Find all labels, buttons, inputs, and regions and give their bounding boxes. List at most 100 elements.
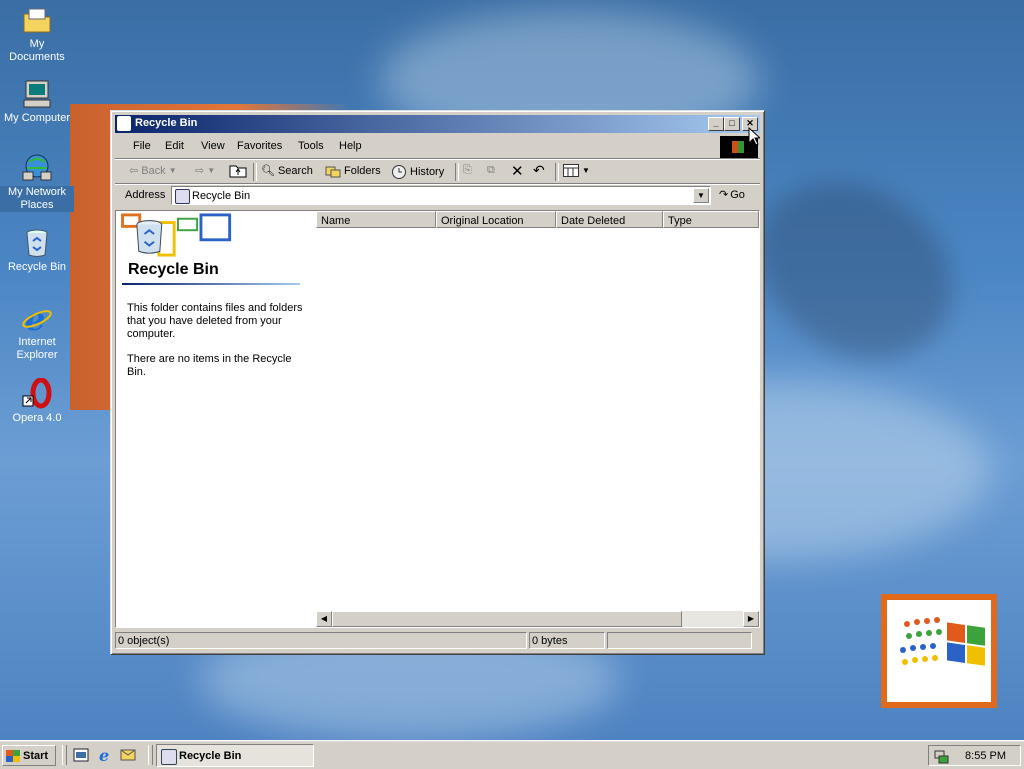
search-icon: 🔍︎ xyxy=(261,165,275,177)
go-arrow-icon: ↷ xyxy=(719,189,729,201)
address-dropdown-button[interactable]: ▼ xyxy=(693,188,709,203)
search-button[interactable]: 🔍︎ Search xyxy=(261,164,313,178)
scrollbar-thumb[interactable] xyxy=(332,611,682,627)
desktop-icon-label: My Documents xyxy=(9,38,65,63)
start-button[interactable]: Start xyxy=(2,745,56,766)
taskbar-button-recycle-bin[interactable]: Recycle Bin xyxy=(156,744,314,767)
windows-flag-icon xyxy=(6,749,20,762)
maximize-button[interactable]: □ xyxy=(724,117,740,131)
up-folder-button[interactable] xyxy=(229,162,247,178)
recycle-bin-icon xyxy=(175,189,190,204)
forward-button[interactable]: ⇨ ▼ xyxy=(195,164,215,177)
scroll-right-button[interactable]: ▶ xyxy=(743,611,759,627)
views-button[interactable]: ▼ xyxy=(563,164,590,177)
scroll-left-button[interactable]: ◀ xyxy=(316,611,332,627)
desktop-icon-label: My Computer xyxy=(3,112,71,124)
desktop-icon-opera[interactable]: Opera 4.0 xyxy=(0,377,74,425)
file-list-view[interactable]: Name Original Location Date Deleted Type… xyxy=(316,211,759,627)
system-tray: 8:55 PM xyxy=(928,745,1021,766)
taskbar-grip xyxy=(62,745,67,765)
status-zone xyxy=(607,632,752,649)
desktop-icon-label: Internet Explorer xyxy=(16,336,58,361)
status-objects: 0 object(s) xyxy=(115,632,527,649)
undo-button[interactable]: ↶ xyxy=(533,162,545,179)
recycle-bin-banner-icon xyxy=(121,213,232,257)
desktop-icon-network-places[interactable]: My Network Places xyxy=(0,152,74,212)
history-icon xyxy=(392,165,406,179)
toolbar-separator xyxy=(455,163,459,181)
folders-label: Folders xyxy=(344,165,381,177)
go-label: Go xyxy=(730,188,745,201)
menu-file[interactable]: File xyxy=(133,140,151,152)
opera-icon xyxy=(21,377,53,410)
folders-button[interactable]: Folders xyxy=(325,164,381,178)
column-header-type[interactable]: Type xyxy=(663,211,759,228)
menu-favorites[interactable]: Favorites xyxy=(237,140,282,152)
content-area: Recycle Bin This folder contains files a… xyxy=(115,210,760,628)
toolbar-separator xyxy=(555,163,559,181)
delete-button[interactable]: ✕ xyxy=(511,162,524,180)
back-arrow-icon: ⇦ xyxy=(129,165,139,177)
recycle-bin-icon xyxy=(21,227,53,259)
back-button[interactable]: ⇦ Back ▼ xyxy=(129,164,177,178)
folder-documents-icon xyxy=(21,4,53,36)
status-bar: 0 object(s) 0 bytes xyxy=(115,630,760,650)
copy-to-button[interactable]: ⧉ xyxy=(487,164,495,177)
minimize-button[interactable]: _ xyxy=(708,117,724,131)
svg-text:e: e xyxy=(99,747,109,763)
info-panel-title: Recycle Bin xyxy=(128,261,219,278)
toolbar-separator xyxy=(253,163,257,181)
arrow-left-icon: ◀ xyxy=(320,614,328,623)
address-bar: Address Recycle Bin ▼ ↷ Go xyxy=(115,183,760,208)
copy-to-icon: ⧉ xyxy=(487,164,495,176)
horizontal-scrollbar[interactable]: ◀ ▶ xyxy=(316,611,759,627)
column-header-original-location[interactable]: Original Location xyxy=(436,211,556,228)
desktop-icon-my-computer[interactable]: My Computer xyxy=(0,78,74,125)
menu-view[interactable]: View xyxy=(201,140,225,152)
show-desktop-icon[interactable] xyxy=(73,747,89,763)
search-label: Search xyxy=(277,164,313,177)
start-label: Start xyxy=(23,749,49,762)
views-grid-icon xyxy=(563,164,579,177)
recycle-bin-icon xyxy=(161,749,177,765)
menu-edit[interactable]: Edit xyxy=(165,140,184,152)
desktop-icon-my-documents[interactable]: My Documents xyxy=(0,4,74,64)
recycle-bin-icon xyxy=(117,116,131,131)
desktop-icon-internet-explorer[interactable]: e Internet Explorer xyxy=(0,300,74,362)
undo-icon: ↶ xyxy=(533,162,545,178)
address-value: Recycle Bin xyxy=(192,190,251,202)
info-panel-empty-message: There are no items in the Recycle Bin. xyxy=(127,353,292,378)
menu-help[interactable]: Help xyxy=(339,140,362,152)
address-input[interactable]: Recycle Bin ▼ xyxy=(171,186,711,205)
chevron-down-icon: ▼ xyxy=(697,191,705,200)
desktop-icon-recycle-bin[interactable]: Recycle Bin xyxy=(0,227,74,274)
minimize-icon: _ xyxy=(713,118,719,128)
arrow-right-icon: ▶ xyxy=(747,614,755,623)
window-title: Recycle Bin xyxy=(135,117,198,129)
ie-quicklaunch-icon[interactable]: e xyxy=(97,746,113,765)
mouse-cursor-icon xyxy=(748,127,760,146)
outlook-quicklaunch-icon[interactable] xyxy=(120,747,136,763)
move-to-button[interactable]: ⎘ xyxy=(463,164,472,177)
go-button[interactable]: ↷ Go xyxy=(719,188,745,202)
network-icon xyxy=(21,152,53,184)
info-panel: Recycle Bin This folder contains files a… xyxy=(116,211,316,627)
history-button[interactable]: History xyxy=(391,164,444,180)
title-bar[interactable]: Recycle Bin _ □ ✕ xyxy=(115,115,760,133)
chevron-down-icon: ▼ xyxy=(207,166,216,175)
network-tray-icon[interactable] xyxy=(933,748,949,764)
move-to-icon: ⎘ xyxy=(463,164,472,176)
computer-icon xyxy=(21,78,53,110)
column-header-name[interactable]: Name xyxy=(316,211,436,228)
menu-tools[interactable]: Tools xyxy=(298,140,324,152)
info-panel-divider xyxy=(122,283,300,285)
status-size: 0 bytes xyxy=(529,632,605,649)
menu-bar: File Edit View Favorites Tools Help xyxy=(115,136,760,158)
clock[interactable]: 8:55 PM xyxy=(965,750,1006,762)
ie-icon: e xyxy=(21,300,53,338)
column-header-date-deleted[interactable]: Date Deleted xyxy=(556,211,663,228)
up-folder-icon xyxy=(229,165,247,178)
windows-logo-decoration xyxy=(881,594,997,708)
chevron-down-icon: ▼ xyxy=(582,166,590,175)
standard-toolbar: ⇦ Back ▼ ⇨ ▼ 🔍︎ Search Folders History ⎘… xyxy=(115,158,760,183)
